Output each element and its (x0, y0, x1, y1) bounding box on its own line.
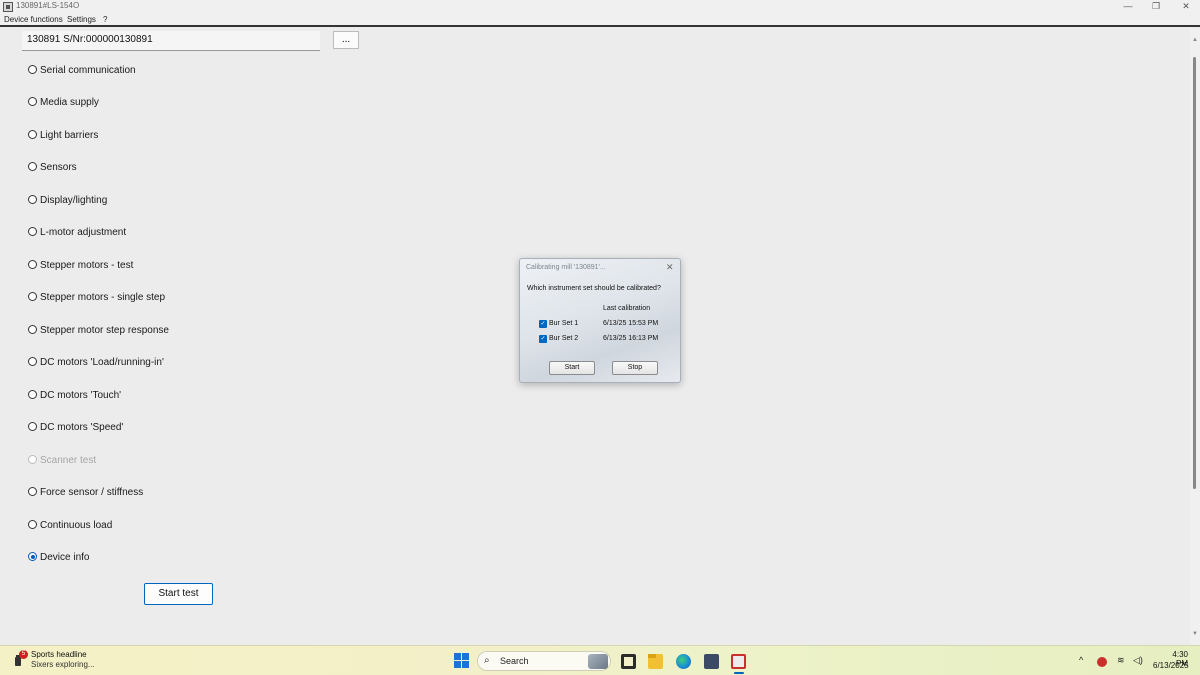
radio-circle-icon (28, 455, 37, 464)
windows-start-icon[interactable] (454, 653, 469, 668)
radio-circle-icon (28, 260, 37, 269)
radio-selected-icon (28, 552, 37, 561)
radio-device-info[interactable]: Device info (28, 552, 89, 568)
dialog-question: Which instrument set should be calibrate… (527, 285, 661, 292)
dialog-stop-button[interactable]: Stop (612, 361, 658, 375)
scroll-thumb[interactable] (1193, 57, 1196, 489)
radio-dc-motors-speed[interactable]: DC motors 'Speed' (28, 422, 123, 438)
radio-circle-icon (28, 227, 37, 236)
radio-circle-icon (28, 292, 37, 301)
radio-circle-icon (28, 162, 37, 171)
radio-media-supply[interactable]: Media supply (28, 97, 99, 113)
radio-circle-icon (28, 487, 37, 496)
radio-sensors[interactable]: Sensors (28, 162, 77, 178)
bur-set-1-date: 6/13/25 15:53 PM (603, 320, 659, 327)
radio-continuous-load[interactable]: Continuous load (28, 520, 112, 536)
radio-l-motor-adjustment[interactable]: L-motor adjustment (28, 227, 126, 243)
file-explorer-icon[interactable] (648, 654, 663, 669)
edge-browser-icon[interactable] (676, 654, 691, 669)
calibration-dialog: Calibrating mill '130891'... ✕ Which ins… (519, 258, 681, 383)
radio-circle-icon (28, 357, 37, 366)
minimize-icon[interactable]: — (1114, 0, 1142, 14)
dialog-start-button[interactable]: Start (549, 361, 595, 375)
dialog-close-icon[interactable]: ✕ (666, 262, 674, 273)
radio-dc-motors-load[interactable]: DC motors 'Load/running-in' (28, 357, 164, 373)
radio-serial-communication[interactable]: Serial communication (28, 65, 136, 81)
menu-help[interactable]: ? (103, 15, 107, 24)
bur-set-1-label: Bur Set 1 (549, 320, 579, 327)
dialog-title: Calibrating mill '130891'... (526, 264, 606, 271)
vertical-scrollbar[interactable]: ▲ ▼ (1190, 29, 1200, 645)
search-highlight-image (588, 654, 608, 669)
clock-date[interactable]: 6/13/2025 (1153, 661, 1189, 670)
search-placeholder: Search (500, 656, 529, 666)
menu-device-functions[interactable]: Device functions (4, 15, 63, 24)
radio-circle-icon (28, 390, 37, 399)
radio-dc-motors-touch[interactable]: DC motors 'Touch' (28, 390, 121, 406)
news-headline[interactable]: Sports headline (31, 650, 87, 659)
task-view-icon[interactable] (621, 654, 636, 669)
active-app-icon[interactable] (731, 654, 746, 669)
show-hidden-icons-icon[interactable]: ^ (1079, 655, 1083, 665)
news-subtitle[interactable]: Sixers exploring... (31, 660, 95, 669)
radio-display-lighting[interactable]: Display/lighting (28, 195, 107, 211)
bur-set-2-row: ✓ Bur Set 2 6/13/25 16:13 PM (539, 335, 679, 345)
app-icon (3, 2, 13, 12)
radio-circle-icon (28, 130, 37, 139)
radio-stepper-motor-step-response[interactable]: Stepper motor step response (28, 325, 169, 341)
pinned-app-icon[interactable] (704, 654, 719, 669)
radio-stepper-motors-test[interactable]: Stepper motors - test (28, 260, 133, 276)
news-badge: 5 (19, 650, 28, 659)
radio-stepper-motors-single-step[interactable]: Stepper motors - single step (28, 292, 165, 308)
title-bar: 130891#LS-154O — ❐ ✕ (0, 0, 1200, 14)
radio-circle-icon (28, 97, 37, 106)
radio-circle-icon (28, 65, 37, 74)
radio-circle-icon (28, 422, 37, 431)
menu-bar: Device functions Settings ? (0, 14, 1200, 27)
bur-set-2-date: 6/13/25 16:13 PM (603, 335, 659, 342)
taskbar: 5 Sports headline Sixers exploring... ⌕ … (0, 645, 1200, 675)
taskbar-search-box[interactable]: ⌕ Search (477, 651, 611, 671)
browse-device-button[interactable]: ... (333, 31, 359, 49)
bur-set-2-checkbox[interactable]: ✓ (539, 335, 547, 343)
security-icon[interactable] (1097, 657, 1107, 667)
window-title: 130891#LS-154O (16, 1, 80, 10)
active-app-indicator (734, 672, 744, 674)
radio-circle-icon (28, 195, 37, 204)
device-field[interactable]: 130891 S/Nr:000000130891 (22, 31, 320, 51)
radio-force-sensor[interactable]: Force sensor / stiffness (28, 487, 143, 503)
maximize-icon[interactable]: ❐ (1142, 0, 1170, 14)
radio-circle-icon (28, 520, 37, 529)
wifi-icon[interactable]: ≋ (1117, 655, 1125, 666)
scroll-up-icon[interactable]: ▲ (1192, 37, 1198, 43)
start-test-button[interactable]: Start test (144, 583, 213, 605)
search-icon: ⌕ (484, 655, 490, 666)
bur-set-1-row: ✓ Bur Set 1 6/13/25 15:53 PM (539, 320, 679, 330)
scroll-down-icon[interactable]: ▼ (1192, 631, 1198, 637)
bur-set-2-label: Bur Set 2 (549, 335, 579, 342)
volume-icon[interactable]: ◁) (1133, 655, 1143, 666)
close-icon[interactable]: ✕ (1172, 0, 1200, 14)
bur-set-1-checkbox[interactable]: ✓ (539, 320, 547, 328)
last-calibration-header: Last calibration (603, 305, 651, 312)
radio-scanner-test: Scanner test (28, 455, 96, 471)
radio-light-barriers[interactable]: Light barriers (28, 130, 98, 146)
menu-settings[interactable]: Settings (67, 15, 96, 24)
radio-circle-icon (28, 325, 37, 334)
